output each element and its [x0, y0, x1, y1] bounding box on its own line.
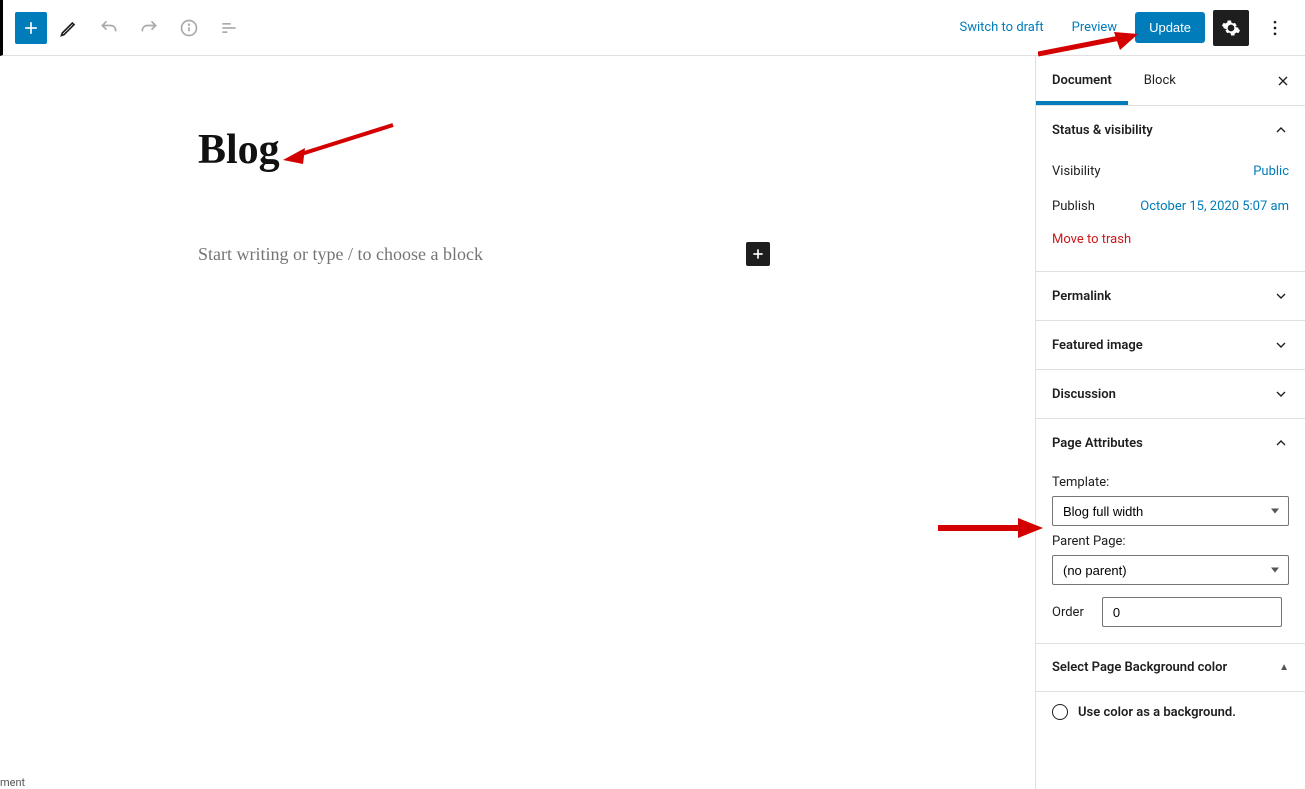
- parent-page-select[interactable]: (no parent): [1052, 555, 1289, 585]
- chevron-down-icon: [1273, 288, 1289, 304]
- empty-block-row: Start writing or type / to choose a bloc…: [198, 242, 770, 266]
- panel-header-permalink[interactable]: Permalink: [1036, 272, 1305, 320]
- panel-title: Permalink: [1052, 289, 1111, 304]
- block-placeholder[interactable]: Start writing or type / to choose a bloc…: [198, 244, 483, 265]
- panel-title: Discussion: [1052, 387, 1116, 402]
- editor-canvas: Blog Start writing or type / to choose a…: [0, 56, 1035, 789]
- settings-sidebar: Document Block Status & visibility Visib…: [1035, 56, 1305, 789]
- close-icon: [1275, 73, 1291, 89]
- row-visibility: Visibility Public: [1052, 154, 1289, 189]
- panel-title: Status & visibility: [1052, 123, 1153, 138]
- panel-featured-image: Featured image: [1036, 321, 1305, 370]
- use-color-row[interactable]: Use color as a background.: [1036, 692, 1305, 732]
- gear-icon: [1221, 18, 1241, 38]
- info-icon: [179, 18, 199, 38]
- edit-tool-button[interactable]: [51, 10, 87, 46]
- panel-page-attributes: Page Attributes Template: Blog full widt…: [1036, 419, 1305, 644]
- close-sidebar-button[interactable]: [1269, 67, 1297, 95]
- panel-body-page-attributes: Template: Blog full width Parent Page: (…: [1036, 475, 1305, 643]
- order-label: Order: [1052, 605, 1084, 620]
- plus-icon: [750, 246, 766, 262]
- chevron-down-icon: [1273, 386, 1289, 402]
- add-block-inline-button[interactable]: [746, 242, 770, 266]
- left-tool-group: [15, 10, 247, 46]
- top-toolbar: Switch to draft Preview Update: [0, 0, 1305, 56]
- use-color-label: Use color as a background.: [1078, 705, 1236, 720]
- triangle-up-icon: ▲: [1279, 662, 1289, 673]
- chevron-up-icon: [1273, 435, 1289, 451]
- parent-page-label: Parent Page:: [1052, 534, 1289, 549]
- panel-header-bg-color[interactable]: Select Page Background color ▲: [1036, 644, 1305, 691]
- visibility-label: Visibility: [1052, 164, 1101, 179]
- plus-icon: [21, 18, 41, 38]
- settings-toggle-button[interactable]: [1213, 10, 1249, 46]
- outline-icon: [219, 18, 239, 38]
- redo-button[interactable]: [131, 10, 167, 46]
- kebab-icon: [1265, 18, 1285, 38]
- tab-block[interactable]: Block: [1128, 56, 1192, 105]
- content-column: Blog Start writing or type / to choose a…: [198, 126, 778, 266]
- publish-value[interactable]: October 15, 2020 5:07 am: [1140, 199, 1289, 214]
- undo-button[interactable]: [91, 10, 127, 46]
- update-button[interactable]: Update: [1135, 12, 1205, 43]
- panel-header-page-attributes[interactable]: Page Attributes: [1036, 419, 1305, 467]
- chevron-up-icon: [1273, 122, 1289, 138]
- page-title[interactable]: Blog: [198, 126, 778, 174]
- footer-fragment: ment: [0, 776, 25, 789]
- panel-header-discussion[interactable]: Discussion: [1036, 370, 1305, 418]
- order-row: Order: [1052, 597, 1289, 627]
- switch-to-draft-button[interactable]: Switch to draft: [949, 14, 1053, 41]
- row-publish: Publish October 15, 2020 5:07 am: [1052, 189, 1289, 224]
- visibility-value[interactable]: Public: [1253, 164, 1289, 179]
- more-options-button[interactable]: [1257, 10, 1293, 46]
- panel-header-featured-image[interactable]: Featured image: [1036, 321, 1305, 369]
- panel-status-visibility: Status & visibility Visibility Public Pu…: [1036, 106, 1305, 272]
- tab-document[interactable]: Document: [1036, 56, 1128, 105]
- add-block-toolbar-button[interactable]: [15, 12, 47, 44]
- sidebar-tabs: Document Block: [1036, 56, 1305, 106]
- order-input[interactable]: [1102, 597, 1282, 627]
- undo-icon: [99, 18, 119, 38]
- panel-title: Select Page Background color: [1052, 660, 1227, 675]
- redo-icon: [139, 18, 159, 38]
- panel-header-status[interactable]: Status & visibility: [1036, 106, 1305, 154]
- template-label: Template:: [1052, 475, 1289, 490]
- panel-permalink: Permalink: [1036, 272, 1305, 321]
- template-select[interactable]: Blog full width: [1052, 496, 1289, 526]
- move-to-trash-button[interactable]: Move to trash: [1052, 224, 1289, 255]
- panel-title: Featured image: [1052, 338, 1143, 353]
- publish-label: Publish: [1052, 199, 1095, 214]
- panel-bg-color: Select Page Background color ▲: [1036, 644, 1305, 692]
- radio-icon: [1052, 704, 1068, 720]
- chevron-down-icon: [1273, 337, 1289, 353]
- panel-body-status: Visibility Public Publish October 15, 20…: [1036, 154, 1305, 271]
- panel-discussion: Discussion: [1036, 370, 1305, 419]
- panel-title: Page Attributes: [1052, 436, 1143, 451]
- preview-button[interactable]: Preview: [1062, 14, 1127, 41]
- outline-button[interactable]: [211, 10, 247, 46]
- right-tool-group: Switch to draft Preview Update: [949, 10, 1293, 46]
- info-button[interactable]: [171, 10, 207, 46]
- pencil-icon: [59, 18, 79, 38]
